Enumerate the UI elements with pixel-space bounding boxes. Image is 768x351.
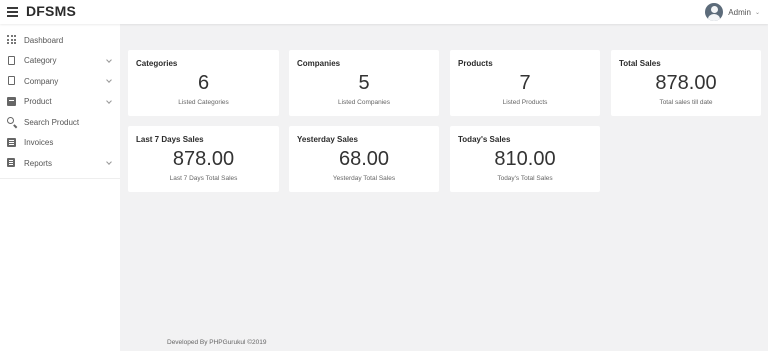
app-brand[interactable]: DFSMS [26,3,76,19]
card-subtitle: Yesterday Total Sales [332,175,396,182]
chevron-down-icon[interactable] [106,97,112,104]
user-avatar-icon[interactable] [705,3,724,21]
sidebar: Dashboard Category Company Product Searc… [0,24,120,351]
document-icon [7,55,17,66]
card-title: Categories [136,59,178,68]
footer-credit: Developed By PHPGurukul ©2019 [167,339,267,346]
card-subtitle: Total sales till date [659,99,713,106]
stat-card-todays-sales: Today's Sales 810.00 Today's Total Sales [450,126,600,192]
user-menu[interactable]: Admin ⌄ [705,1,760,23]
sidebar-item-company[interactable]: Company [0,71,120,92]
card-title: Products [458,59,493,68]
stat-card-companies: Companies 5 Listed Companies [289,50,439,116]
card-subtitle: Listed Companies [337,99,391,106]
sidebar-item-label: Invoices [24,138,54,148]
card-value: 878.00 [655,72,717,94]
chevron-down-icon[interactable] [106,77,112,83]
stat-card-categories: Categories 6 Listed Categories [128,50,279,116]
sidebar-item-label: Product [24,97,52,107]
card-value: 878.00 [172,148,235,170]
chevron-down-icon[interactable]: ⌄ [755,9,760,16]
chevron-down-icon[interactable] [106,159,112,165]
card-subtitle: Listed Categories [178,99,229,106]
card-title: Today's Sales [458,135,511,144]
card-value: 810.00 [494,148,556,170]
stat-card-total-sales: Total Sales 878.00 Total sales till date [611,50,761,116]
card-subtitle: Last 7 Days Total Sales [169,175,238,182]
card-title: Companies [297,59,341,68]
search-icon [7,117,17,127]
sidebar-item-label: Dashboard [24,35,64,45]
card-value: 7 [519,72,531,94]
top-navbar: DFSMS Admin ⌄ [0,0,768,24]
grid-icon [7,35,17,45]
document-icon [7,76,17,86]
stat-card-yesterday-sales: Yesterday Sales 68.00 Yesterday Total Sa… [289,126,439,192]
report-icon [7,158,17,168]
sidebar-item-label: Search Product [24,117,80,127]
stat-card-products: Products 7 Listed Products [450,50,600,116]
box-icon [7,96,17,107]
card-value: 6 [197,72,210,94]
user-name[interactable]: Admin [728,8,751,17]
card-title: Last 7 Days Sales [136,135,204,144]
card-subtitle: Today's Total Sales [497,175,553,182]
card-value: 68.00 [338,148,390,170]
card-title: Yesterday Sales [297,135,358,144]
card-title: Total Sales [619,59,661,68]
sidebar-item-label: Reports [24,158,53,168]
sidebar-item-label: Category [24,56,57,66]
stat-card-last-7-days-sales: Last 7 Days Sales 878.00 Last 7 Days Tot… [128,126,279,192]
menu-toggle-icon[interactable] [7,7,18,17]
sidebar-item-reports[interactable]: Reports [0,153,120,174]
sidebar-divider [0,178,120,179]
sidebar-item-invoices[interactable]: Invoices [0,133,120,154]
card-value: 5 [358,72,370,94]
sidebar-item-search-product[interactable]: Search Product [0,112,120,133]
invoice-icon [7,137,17,148]
sidebar-item-label: Company [24,76,59,86]
sidebar-item-category[interactable]: Category [0,51,120,72]
chevron-down-icon[interactable] [106,56,112,63]
sidebar-item-dashboard[interactable]: Dashboard [0,30,120,51]
sidebar-item-product[interactable]: Product [0,92,120,113]
card-subtitle: Listed Products [502,99,548,106]
